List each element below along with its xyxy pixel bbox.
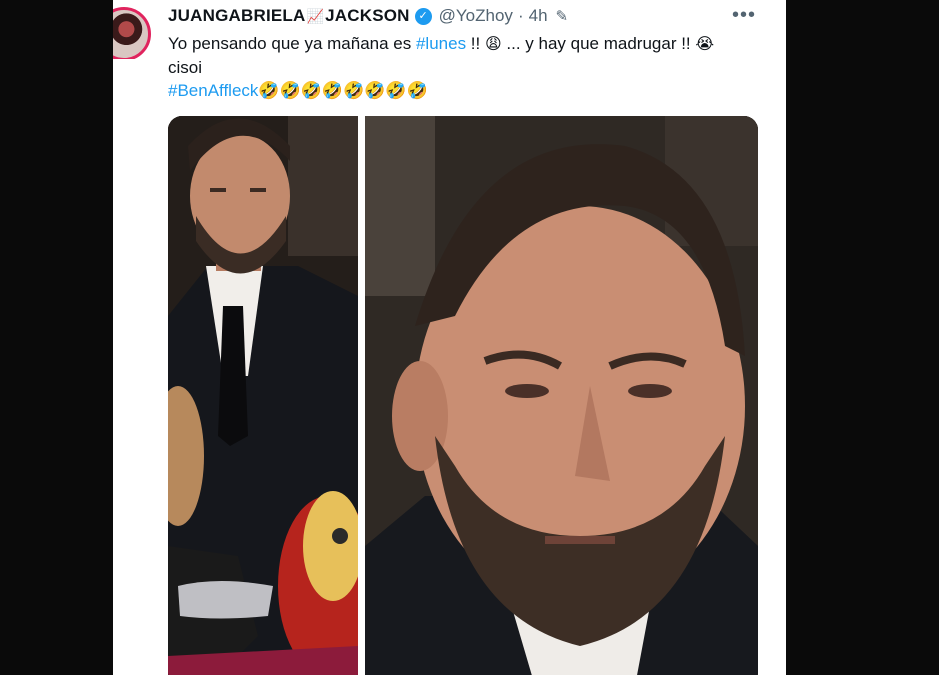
media-divider	[358, 116, 365, 675]
tweet-media[interactable]	[168, 116, 758, 675]
left-letterbox	[0, 0, 113, 675]
rofl-emoji-icons: 🤣🤣🤣🤣🤣🤣🤣🤣	[258, 81, 428, 100]
verified-badge-icon: ✓	[414, 7, 432, 25]
separator-dot: ·	[517, 6, 524, 25]
author-name-first: JUANGABRIELA	[168, 6, 306, 25]
photo-right[interactable]	[365, 116, 758, 675]
right-letterbox	[786, 0, 939, 675]
chart-emoji-icon: 📈	[306, 8, 325, 24]
text-part: Yo pensando que ya mañana es	[168, 34, 416, 53]
text-part: !!	[466, 34, 485, 53]
tweet-text-line-1: Yo pensando que ya mañana es #lunes !! 😩…	[168, 32, 768, 56]
tweet-header: JUANGABRIELA📈JACKSON ✓ @YoZhoy · 4h ✎	[168, 5, 768, 27]
tweet-text-line-2: cisoi	[168, 58, 203, 77]
avatar-image	[113, 7, 151, 59]
tweet-text: Yo pensando que ya mañana es #lunes !! 😩…	[168, 32, 768, 102]
author-name-last: JACKSON	[325, 6, 410, 25]
weary-face-emoji-icon: 😩	[484, 36, 502, 53]
tweet-card[interactable]: JUANGABRIELA📈JACKSON ✓ @YoZhoy · 4h ✎ ••…	[113, 0, 786, 675]
crying-face-emoji-icon: 😭	[695, 36, 715, 53]
tweet-timestamp[interactable]: 4h	[529, 6, 548, 26]
more-options-icon[interactable]: •••	[732, 4, 756, 27]
hashtag-benaffleck[interactable]: #BenAffleck	[168, 81, 258, 100]
hashtag-lunes[interactable]: #lunes	[416, 34, 466, 53]
tweet-text-line-3: #BenAffleck🤣🤣🤣🤣🤣🤣🤣🤣	[168, 79, 768, 102]
edit-pencil-icon: ✎	[555, 8, 569, 25]
author-name[interactable]: JUANGABRIELA📈JACKSON	[168, 6, 410, 26]
photo-left-image	[168, 116, 358, 675]
author-handle[interactable]: @YoZhoy	[439, 6, 513, 26]
photo-left[interactable]	[168, 116, 358, 675]
avatar[interactable]	[113, 3, 153, 59]
text-part: ... y hay que madrugar !!	[501, 34, 696, 53]
photo-right-image	[365, 116, 758, 675]
